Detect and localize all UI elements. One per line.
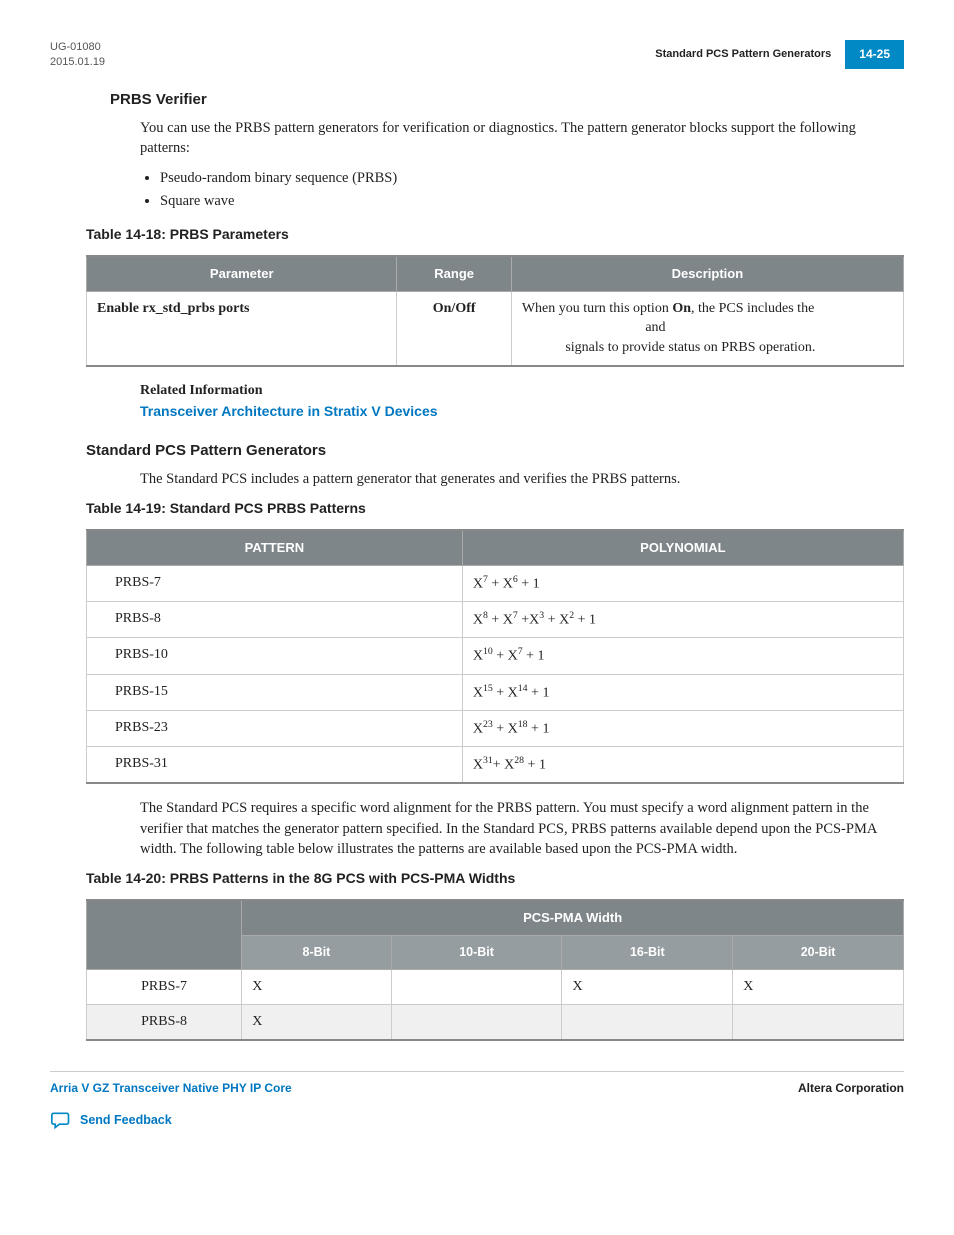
- prbs-verifier-heading: PRBS Verifier: [110, 89, 904, 110]
- th-16bit: 16-Bit: [562, 935, 733, 970]
- prbs-verifier-intro: You can use the PRBS pattern generators …: [140, 118, 904, 159]
- table-row: PRBS-23X23 + X18 + 1: [87, 710, 904, 746]
- table-20-title: Table 14-20: PRBS Patterns in the 8G PCS…: [86, 869, 904, 889]
- feedback-label: Send Feedback: [80, 1112, 172, 1130]
- page-header: UG-01080 2015.01.19 Standard PCS Pattern…: [50, 40, 904, 71]
- list-item: Square wave: [160, 191, 904, 211]
- std-pcs-intro: The Standard PCS includes a pattern gene…: [140, 469, 904, 489]
- th-10bit: 10-Bit: [391, 935, 562, 970]
- th-pattern: PATTERN: [87, 530, 463, 566]
- header-left: UG-01080 2015.01.19: [50, 40, 105, 71]
- related-link[interactable]: Transceiver Architecture in Stratix V De…: [140, 402, 904, 422]
- footer-right: Altera Corporation: [798, 1080, 904, 1097]
- th-spanner: PCS-PMA Width: [242, 900, 904, 936]
- related-info-label: Related Information: [140, 381, 904, 401]
- send-feedback-link[interactable]: Send Feedback: [50, 1110, 904, 1130]
- poly-cell: X31+ X28 + 1: [462, 747, 903, 784]
- footer-left-link[interactable]: Arria V GZ Transceiver Native PHY IP Cor…: [50, 1080, 292, 1097]
- poly-cell: X23 + X18 + 1: [462, 710, 903, 746]
- th-polynomial: POLYNOMIAL: [462, 530, 903, 566]
- prbs-bullet-list: Pseudo-random binary sequence (PRBS) Squ…: [160, 168, 904, 211]
- poly-cell: X7 + X6 + 1: [462, 565, 903, 601]
- table-row: PRBS-7X7 + X6 + 1: [87, 565, 904, 601]
- related-information: Related Information Transceiver Architec…: [140, 381, 904, 422]
- table-row: PRBS-8 X: [87, 1005, 904, 1040]
- poly-cell: X8 + X7 +X3 + X2 + 1: [462, 602, 903, 638]
- std-pcs-heading: Standard PCS Pattern Generators: [86, 440, 904, 461]
- table-row: Enable rx_std_prbs ports On/Off When you…: [87, 291, 904, 365]
- th-8bit: 8-Bit: [242, 935, 391, 970]
- table-19-title: Table 14-19: Standard PCS PRBS Patterns: [86, 499, 904, 519]
- cell-param: Enable rx_std_prbs ports: [87, 291, 397, 365]
- alignment-note: The Standard PCS requires a specific wor…: [140, 798, 904, 859]
- page-footer: Arria V GZ Transceiver Native PHY IP Cor…: [50, 1071, 904, 1097]
- table-20: PCS-PMA Width 8-Bit 10-Bit 16-Bit 20-Bit…: [86, 899, 904, 1041]
- th-description: Description: [511, 256, 903, 292]
- th-parameter: Parameter: [87, 256, 397, 292]
- table-row: PRBS-31X31+ X28 + 1: [87, 747, 904, 784]
- cell-desc: When you turn this option On, the PCS in…: [511, 291, 903, 365]
- table-19: PATTERN POLYNOMIAL PRBS-7X7 + X6 + 1 PRB…: [86, 529, 904, 785]
- table-18-title: Table 14-18: PRBS Parameters: [86, 225, 904, 245]
- header-title: Standard PCS Pattern Generators: [655, 47, 831, 62]
- table-18: Parameter Range Description Enable rx_st…: [86, 255, 904, 367]
- doc-date: 2015.01.19: [50, 55, 105, 70]
- table-row: PRBS-8X8 + X7 +X3 + X2 + 1: [87, 602, 904, 638]
- th-blank: [87, 900, 242, 970]
- table-row: PRBS-7 X X X: [87, 970, 904, 1005]
- table-row: PRBS-15X15 + X14 + 1: [87, 674, 904, 710]
- table-row: PRBS-10X10 + X7 + 1: [87, 638, 904, 674]
- th-range: Range: [397, 256, 511, 292]
- header-right: Standard PCS Pattern Generators 14-25: [655, 40, 904, 69]
- list-item: Pseudo-random binary sequence (PRBS): [160, 168, 904, 188]
- doc-id: UG-01080: [50, 40, 105, 55]
- poly-cell: X10 + X7 + 1: [462, 638, 903, 674]
- cell-range: On/Off: [397, 291, 511, 365]
- feedback-icon: [50, 1110, 72, 1130]
- poly-cell: X15 + X14 + 1: [462, 674, 903, 710]
- page-number-badge: 14-25: [845, 40, 904, 69]
- th-20bit: 20-Bit: [733, 935, 904, 970]
